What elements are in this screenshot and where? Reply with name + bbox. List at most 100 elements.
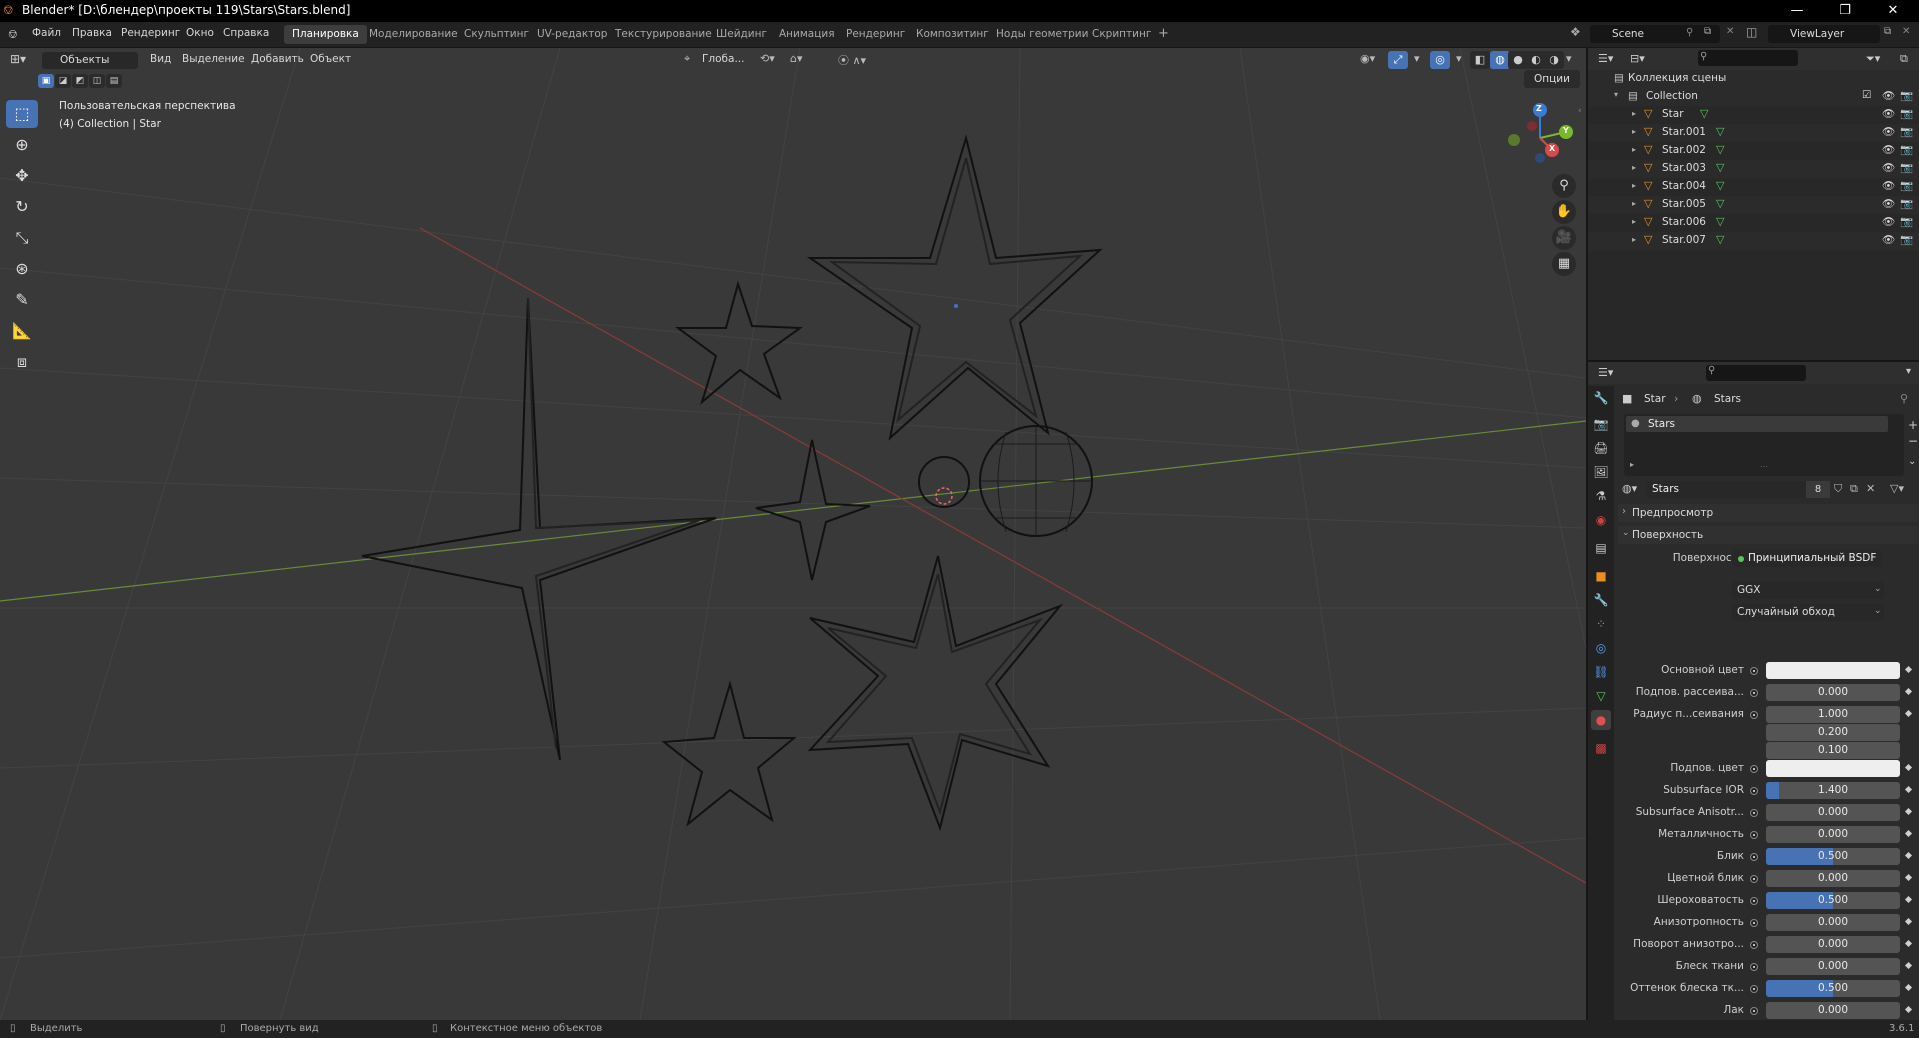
mode-dropdown[interactable]: Объекты: [42, 52, 138, 69]
mesh-data-icon[interactable]: ▽: [1716, 161, 1724, 174]
camera-render-icon[interactable]: 📷: [1900, 233, 1913, 246]
object-tab-icon[interactable]: ■: [1591, 566, 1611, 586]
sidebar-toggle-icon[interactable]: ‹: [1578, 106, 1582, 116]
number-field[interactable]: 0.500: [1766, 980, 1900, 997]
pin-icon[interactable]: ⚲: [1900, 392, 1908, 405]
select-invert-icon[interactable]: ◫: [89, 74, 105, 88]
scene-icon[interactable]: ❖: [1570, 25, 1581, 39]
eye-icon[interactable]: 👁: [1882, 233, 1895, 246]
tab-compositing[interactable]: Композитинг: [908, 25, 997, 44]
tool-tab-icon[interactable]: 🔧: [1591, 388, 1611, 408]
wireframe-shading-icon[interactable]: ◍: [1490, 51, 1510, 69]
expand-icon[interactable]: ▸: [1632, 217, 1636, 226]
keyframe-icon[interactable]: [1904, 763, 1913, 772]
ortho-grid-icon[interactable]: ▦: [1552, 252, 1576, 276]
filter-icon[interactable]: ⏷▾: [1866, 52, 1880, 66]
tab-texture-paint[interactable]: Текстурирование: [607, 25, 720, 44]
eye-icon[interactable]: 👁: [1882, 125, 1895, 138]
eye-icon[interactable]: 👁: [1882, 215, 1895, 228]
surface-shader-dropdown[interactable]: Принципиальный BSDF: [1732, 550, 1882, 567]
number-field[interactable]: 0.000: [1766, 826, 1900, 843]
eye-icon[interactable]: 👁: [1882, 179, 1895, 192]
socket-link-icon[interactable]: [1750, 853, 1758, 861]
socket-link-icon[interactable]: [1750, 809, 1758, 817]
keyframe-icon[interactable]: [1904, 895, 1913, 904]
number-field[interactable]: 0.000: [1766, 684, 1900, 701]
solid-shading-icon[interactable]: ●: [1508, 51, 1528, 69]
select-new-icon[interactable]: ▣: [38, 74, 54, 88]
number-field[interactable]: 0.000: [1766, 870, 1900, 887]
add-slot-icon[interactable]: +: [1908, 418, 1918, 432]
color-swatch[interactable]: [1766, 662, 1900, 679]
move-tool-icon[interactable]: ✥: [6, 162, 38, 190]
scene-field[interactable]: Scene: [1590, 25, 1720, 43]
outliner-object-row[interactable]: ▸ ▽ Star.005 ▽ 👁 📷: [1588, 196, 1919, 214]
visibility-icon[interactable]: ◉▾: [1360, 52, 1375, 65]
number-field[interactable]: 0.000: [1766, 914, 1900, 931]
number-field[interactable]: 0.000: [1766, 958, 1900, 975]
properties-options-icon[interactable]: ▾: [1906, 366, 1911, 377]
keyframe-icon[interactable]: [1904, 851, 1913, 860]
overlays-toggle-icon[interactable]: ◎: [1430, 51, 1450, 69]
number-field[interactable]: 0.500: [1766, 892, 1900, 909]
collection-tab-icon[interactable]: ▤: [1591, 538, 1611, 558]
duplicate-material-icon[interactable]: ⧉: [1850, 482, 1858, 496]
number-field[interactable]: 0.500: [1766, 848, 1900, 865]
eye-icon[interactable]: 👁: [1882, 197, 1895, 210]
socket-link-icon[interactable]: [1750, 689, 1758, 697]
add-cube-tool-icon[interactable]: ⧈: [6, 348, 38, 376]
transform-tool-icon[interactable]: ⊛: [6, 255, 38, 283]
number-field[interactable]: 0.000: [1766, 936, 1900, 953]
users-count[interactable]: 8: [1806, 481, 1830, 498]
outliner-object-row[interactable]: ▸ ▽ Star.007 ▽ 👁 📷: [1588, 232, 1919, 250]
gizmo-toggle-icon[interactable]: ⤢: [1388, 51, 1408, 69]
new-view-layer-icon[interactable]: ⧉: [1884, 26, 1891, 37]
camera-render-icon[interactable]: 📷: [1900, 179, 1913, 192]
tab-layout[interactable]: Планировка: [284, 25, 367, 44]
overlays-dropdown-icon[interactable]: ▾: [1456, 52, 1462, 65]
sparkle-small-object[interactable]: [755, 439, 871, 581]
eye-icon[interactable]: 👁: [1882, 89, 1895, 102]
tab-rendering[interactable]: Рендеринг: [838, 25, 913, 44]
measure-tool-icon[interactable]: 📐: [6, 317, 38, 345]
rotate-tool-icon[interactable]: ↻: [6, 193, 38, 221]
menu-object[interactable]: Объект: [310, 53, 351, 65]
camera-render-icon[interactable]: 📷: [1900, 197, 1913, 210]
expand-icon[interactable]: ▸: [1632, 181, 1636, 190]
color-swatch[interactable]: [1766, 760, 1900, 777]
view-layer-icon[interactable]: ◫: [1746, 25, 1757, 39]
scene-tab-icon[interactable]: ⚗: [1591, 486, 1611, 506]
menu-view[interactable]: Вид: [150, 53, 171, 65]
mesh-data-icon[interactable]: ▽: [1716, 143, 1724, 156]
camera-render-icon[interactable]: 📷: [1900, 215, 1913, 228]
options-dropdown[interactable]: Опции: [1524, 70, 1580, 88]
camera-render-icon[interactable]: 📷: [1900, 89, 1913, 102]
select-extend-icon[interactable]: ◪: [55, 74, 71, 88]
camera-view-icon[interactable]: 🎥: [1552, 226, 1576, 250]
include-checkbox[interactable]: ☑: [1862, 89, 1871, 101]
gizmo-dropdown-icon[interactable]: ▾: [1414, 52, 1420, 65]
socket-link-icon[interactable]: [1750, 787, 1758, 795]
menu-add[interactable]: Добавить: [251, 53, 304, 65]
zoom-icon[interactable]: ⚲: [1552, 174, 1576, 198]
pivot-icon[interactable]: ⟲▾: [760, 52, 775, 65]
new-scene-icon[interactable]: ⧉: [1704, 26, 1711, 37]
distribution-dropdown[interactable]: GGX: [1732, 582, 1884, 599]
mesh-data-icon[interactable]: ▽: [1716, 197, 1724, 210]
tab-modeling[interactable]: Моделирование: [361, 25, 466, 44]
preview-panel-header[interactable]: › Предпросмотр: [1618, 504, 1918, 522]
select-box-tool-icon[interactable]: ⬚: [6, 100, 38, 128]
socket-link-icon[interactable]: [1750, 667, 1758, 675]
outliner-object-row[interactable]: ▸ ▽ Star ▽ 👁 📷: [1588, 106, 1919, 124]
annotate-tool-icon[interactable]: ✎: [6, 286, 38, 314]
mesh-data-icon[interactable]: ▽: [1716, 233, 1724, 246]
snap-icon[interactable]: ⌂▾: [790, 52, 803, 65]
expand-icon[interactable]: ▸: [1632, 145, 1636, 154]
number-field[interactable]: 0.000: [1766, 804, 1900, 821]
number-field[interactable]: 0.000: [1766, 1002, 1900, 1019]
rendered-shading-icon[interactable]: ◑: [1544, 51, 1564, 69]
number-field[interactable]: 0.100: [1766, 742, 1900, 759]
camera-render-icon[interactable]: 📷: [1900, 107, 1913, 120]
new-collection-icon[interactable]: ⧉: [1900, 52, 1908, 66]
minimize-button[interactable]: —: [1774, 0, 1820, 22]
